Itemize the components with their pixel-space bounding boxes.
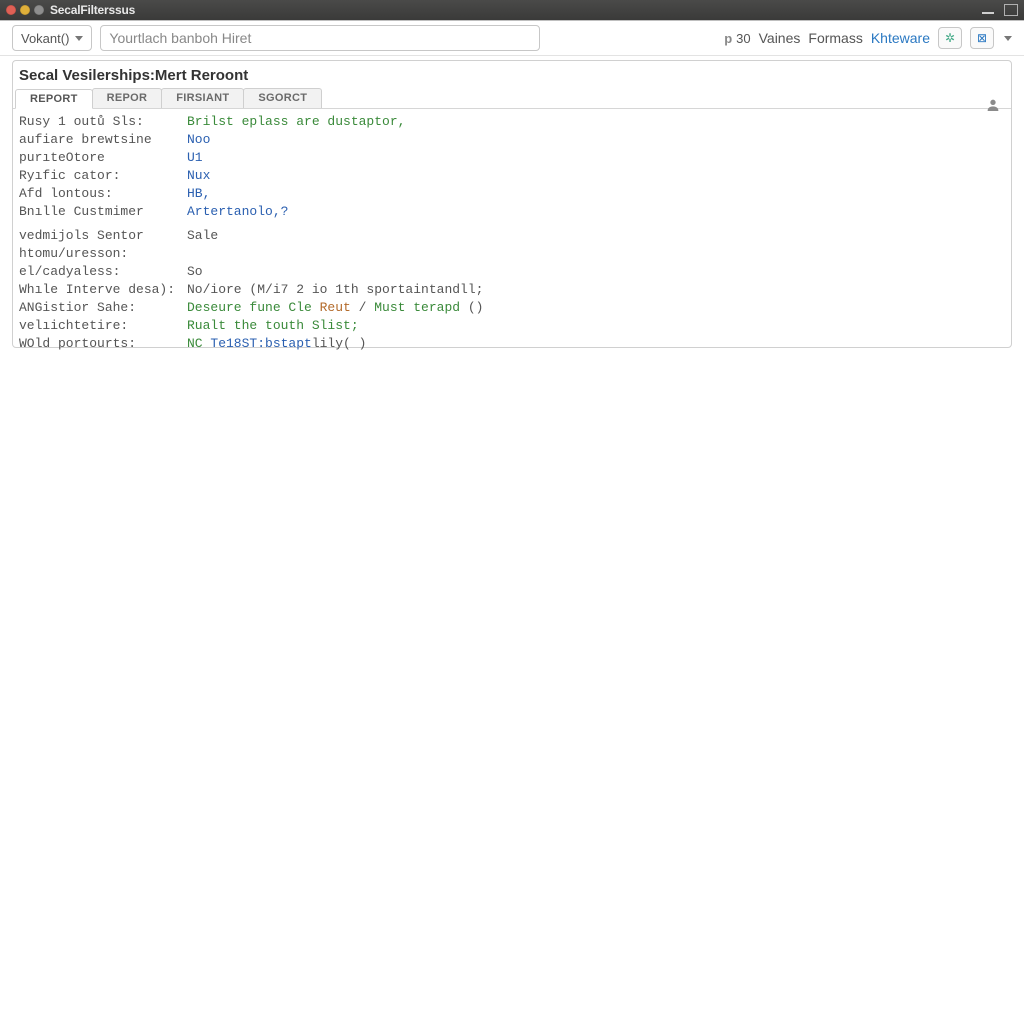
report-row: velıichtetire:Rualt the touth Slist; xyxy=(19,317,1005,335)
refresh-icon: ✲ xyxy=(945,31,955,45)
report-key: velıichtetire: xyxy=(19,317,187,335)
cancel-icon: ⊠ xyxy=(977,31,987,45)
report-value: HB, xyxy=(187,185,210,203)
report-value: Deseure fune Cle Reut / Must terapd () xyxy=(187,299,483,317)
report-key: Whıle Interve desa): xyxy=(19,281,187,299)
badge-prefix: p xyxy=(724,31,732,46)
report-row: Afd lontous:HB, xyxy=(19,185,1005,203)
context-select-label: Vokant() xyxy=(21,31,69,46)
report-value: Nux xyxy=(187,167,210,185)
report-row: el/cadyaless:So xyxy=(19,263,1005,281)
report-key: htomu/uresson: xyxy=(19,245,187,263)
report-value: NC Te18ST:bstaptlily( ) xyxy=(187,335,366,353)
zoom-window-icon[interactable] xyxy=(34,5,44,15)
panel-title: Secal Vesilerships:Mert Reroont xyxy=(13,61,1011,88)
report-value: No/iore (M/i7 2 io 1th sportaintandll; xyxy=(187,281,483,299)
maximize-icon[interactable] xyxy=(1004,4,1018,16)
report-key: vedmijols Sentor xyxy=(19,227,187,245)
report-row: purıteOtoreU1 xyxy=(19,149,1005,167)
report-value: Sale xyxy=(187,227,218,245)
report-key: ANGistior Sahe: xyxy=(19,299,187,317)
report-key: purıteOtore xyxy=(19,149,187,167)
report-key: Rusy 1 outů Sls: xyxy=(19,113,187,131)
minimize-window-icon[interactable] xyxy=(20,5,30,15)
report-row: Whıle Interve desa):No/iore (M/i7 2 io 1… xyxy=(19,281,1005,299)
main-toolbar: Vokant() p 30 Vaines Formass Khteware ✲ … xyxy=(0,20,1024,56)
report-row: Bnılle CustmimerArtertanolo,? xyxy=(19,203,1005,221)
report-row: Ryıfic cator:Nux xyxy=(19,167,1005,185)
window-controls-right xyxy=(982,4,1018,16)
toolbar-link-values[interactable]: Vaines xyxy=(759,30,801,46)
badge-number: 30 xyxy=(736,31,750,46)
cancel-button[interactable]: ⊠ xyxy=(970,27,994,49)
report-value: Brilst eplass are dustaptor, xyxy=(187,113,405,131)
minimize-icon[interactable] xyxy=(982,12,994,14)
refresh-button[interactable]: ✲ xyxy=(938,27,962,49)
tab-report[interactable]: REPORT xyxy=(15,89,93,109)
report-row: WOld portourts:NC Te18ST:bstaptlily( ) xyxy=(19,335,1005,353)
report-row: htomu/uresson: xyxy=(19,245,1005,263)
toolbar-link-formats[interactable]: Formass xyxy=(808,30,862,46)
report-row: vedmijols SentorSale xyxy=(19,227,1005,245)
search-input[interactable] xyxy=(100,25,540,51)
chevron-down-icon[interactable] xyxy=(1004,36,1012,41)
tab-repor[interactable]: REPOR xyxy=(92,88,163,108)
toolbar-link-kiteware[interactable]: Khteware xyxy=(871,30,930,46)
report-key: Bnılle Custmimer xyxy=(19,203,187,221)
count-badge: p 30 xyxy=(724,31,750,46)
report-body: Rusy 1 outů Sls:Brilst eplass are dustap… xyxy=(13,109,1011,359)
chevron-down-icon xyxy=(75,36,83,41)
report-row: ANGistior Sahe:Deseure fune Cle Reut / M… xyxy=(19,299,1005,317)
report-panel: Secal Vesilerships:Mert Reroont REPORTRE… xyxy=(12,60,1012,348)
report-key: WOld portourts: xyxy=(19,335,187,353)
report-value: Rualt the touth Slist; xyxy=(187,317,359,335)
report-value: Noo xyxy=(187,131,210,149)
report-key: el/cadyaless: xyxy=(19,263,187,281)
tab-sgorct[interactable]: SGORCT xyxy=(243,88,322,108)
report-value: Artertanolo,? xyxy=(187,203,288,221)
context-select[interactable]: Vokant() xyxy=(12,25,92,51)
tab-firsiant[interactable]: FIRSIANT xyxy=(161,88,244,108)
report-row: aufiare brewtsineNoo xyxy=(19,131,1005,149)
report-value: U1 xyxy=(187,149,203,167)
window-title: SecalFilterssus xyxy=(50,3,135,17)
close-window-icon[interactable] xyxy=(6,5,16,15)
panel-tabs: REPORTREPORFIRSIANTSGORCT xyxy=(13,88,1011,109)
user-icon[interactable] xyxy=(985,97,1001,118)
window-titlebar: SecalFilterssus xyxy=(0,0,1024,20)
report-value: So xyxy=(187,263,203,281)
report-key: Ryıfic cator: xyxy=(19,167,187,185)
window-traffic-lights xyxy=(6,5,44,15)
report-key: Afd lontous: xyxy=(19,185,187,203)
report-row: Rusy 1 outů Sls:Brilst eplass are dustap… xyxy=(19,113,1005,131)
report-key: aufiare brewtsine xyxy=(19,131,187,149)
